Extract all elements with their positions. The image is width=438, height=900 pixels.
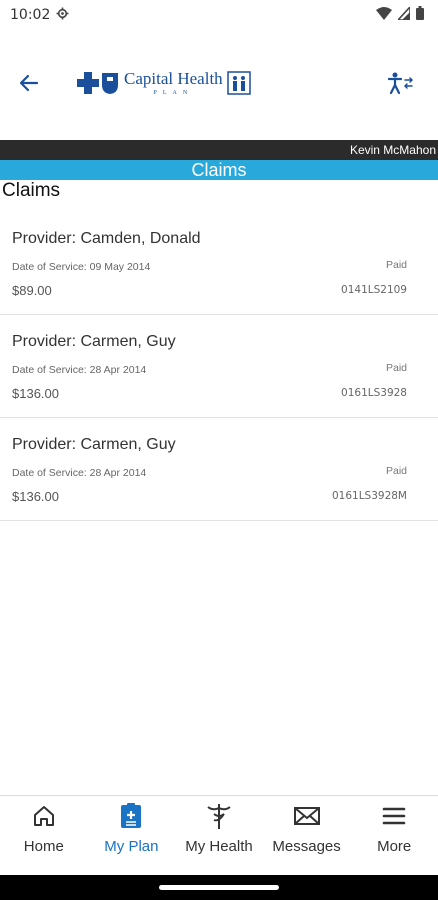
claims-list: Provider: Camden, Donald Date of Service…: [0, 212, 438, 521]
back-button[interactable]: [14, 68, 44, 98]
battery-icon: [416, 6, 424, 24]
status-left: 10:02: [10, 7, 69, 24]
claim-date-of-service: Date of Service: 28 Apr 2014: [12, 364, 147, 376]
app-header: Capital Health PLAN: [0, 30, 438, 140]
accessibility-button[interactable]: [386, 68, 416, 98]
settings-gear-icon: [56, 7, 69, 24]
section-title-bar: Claims: [0, 160, 438, 180]
nav-home[interactable]: Home: [0, 796, 88, 875]
nav-messages-label: Messages: [272, 838, 341, 855]
logo-text: Capital Health PLAN: [124, 70, 223, 96]
user-name-bar: Kevin McMahon: [0, 140, 438, 160]
menu-icon: [380, 802, 408, 830]
page-title: Claims: [2, 180, 61, 201]
clipboard-plus-icon: [117, 802, 145, 830]
claim-status: Paid: [385, 259, 407, 271]
claim-provider: Provider: Carmen, Guy: [12, 333, 176, 350]
claim-amount: $89.00: [12, 283, 52, 298]
logo-subtitle: PLAN: [153, 90, 194, 96]
bottom-navigation: Home My Plan My Health Messages More: [0, 795, 438, 875]
wifi-icon: [376, 6, 392, 24]
claim-item[interactable]: Provider: Carmen, Guy Date of Service: 2…: [0, 418, 438, 521]
nav-my-health-label: My Health: [185, 838, 253, 855]
claim-id: 0161LS3928M: [331, 490, 407, 502]
home-gesture-handle[interactable]: [159, 885, 279, 890]
nav-home-label: Home: [23, 838, 64, 855]
claim-amount: $136.00: [12, 489, 59, 504]
claim-status: Paid: [385, 465, 407, 477]
nav-more[interactable]: More: [350, 796, 438, 875]
home-icon: [30, 802, 58, 830]
arrow-left-icon: [19, 74, 39, 92]
claim-amount: $136.00: [12, 386, 59, 401]
blue-cross-shield-icon: [77, 72, 118, 94]
claim-id: 0161LS3928: [341, 387, 407, 399]
caduceus-icon: [205, 802, 233, 830]
cell-signal-icon: [396, 4, 411, 24]
claim-status: Paid: [385, 362, 407, 374]
nav-messages[interactable]: Messages: [263, 796, 351, 875]
accessibility-icon: [388, 72, 414, 94]
envelope-icon: [293, 802, 321, 830]
claim-item[interactable]: Provider: Camden, Donald Date of Service…: [0, 212, 438, 315]
capital-health-logo: Capital Health PLAN: [76, 68, 251, 98]
claim-item[interactable]: Provider: Carmen, Guy Date of Service: 2…: [0, 315, 438, 418]
claim-provider: Provider: Camden, Donald: [12, 230, 201, 247]
system-gesture-bar: [0, 875, 438, 900]
claim-date-of-service: Date of Service: 28 Apr 2014: [12, 467, 147, 479]
status-right: [376, 4, 424, 24]
nav-my-plan[interactable]: My Plan: [88, 796, 176, 875]
claim-id: 0141LS2109: [341, 284, 407, 296]
nav-my-health[interactable]: My Health: [175, 796, 263, 875]
status-time: 10:02: [10, 7, 51, 23]
claim-date-of-service: Date of Service: 09 May 2014: [12, 261, 151, 273]
claim-provider: Provider: Carmen, Guy: [12, 436, 176, 453]
logo-name: Capital Health: [124, 69, 223, 88]
status-bar: 10:02: [0, 0, 438, 30]
nav-more-label: More: [377, 838, 412, 855]
family-icon: [226, 71, 251, 95]
nav-my-plan-label: My Plan: [104, 838, 159, 855]
